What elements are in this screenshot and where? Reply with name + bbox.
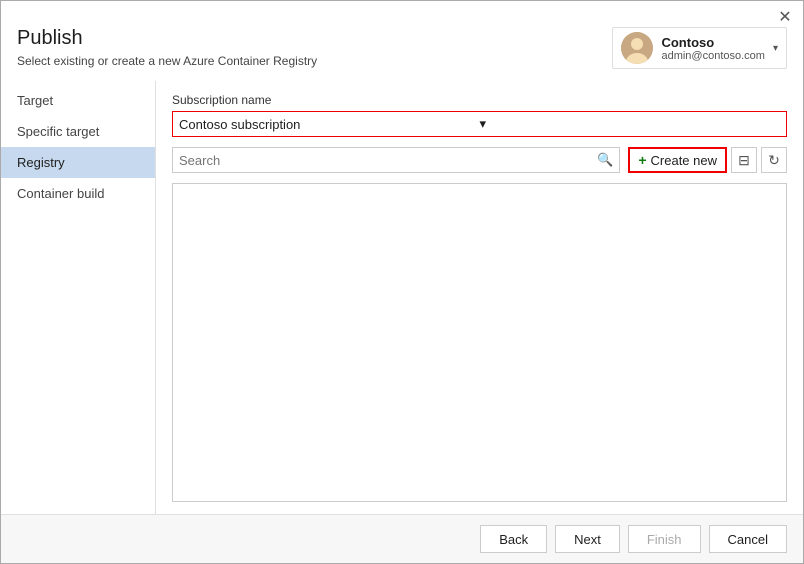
refresh-button[interactable]: ↻ <box>761 147 787 173</box>
search-input[interactable] <box>179 153 597 168</box>
user-email: admin@contoso.com <box>661 50 765 62</box>
subscription-dropdown[interactable]: Contoso subscription ▾ <box>172 111 787 137</box>
avatar <box>621 32 653 64</box>
main-content: Subscription name Contoso subscription ▾… <box>156 81 803 514</box>
publish-dialog: ✕ Publish Select existing or create a ne… <box>0 0 804 564</box>
refresh-icon: ↻ <box>768 152 780 169</box>
subscription-section: Subscription name Contoso subscription ▾ <box>172 93 787 137</box>
action-buttons: + Create new ⊟ ↻ <box>628 147 787 173</box>
next-button[interactable]: Next <box>555 525 620 553</box>
dialog-subtitle: Select existing or create a new Azure Co… <box>17 54 317 68</box>
plus-icon: + <box>638 152 646 168</box>
title-section: Publish Select existing or create a new … <box>17 27 317 68</box>
sidebar-item-label: Registry <box>17 155 65 170</box>
columns-button[interactable]: ⊟ <box>731 147 757 173</box>
dropdown-arrow-icon: ▾ <box>480 116 781 132</box>
user-name: Contoso <box>661 35 765 50</box>
sidebar-item-specific-target[interactable]: Specific target <box>1 116 155 147</box>
dialog-footer: Back Next Finish Cancel <box>1 514 803 563</box>
create-new-button[interactable]: + Create new <box>628 147 727 173</box>
back-button[interactable]: Back <box>480 525 547 553</box>
cancel-label: Cancel <box>728 532 768 547</box>
sidebar: Target Specific target Registry Containe… <box>1 81 156 514</box>
search-and-actions: 🔍 + Create new ⊟ ↻ <box>172 147 787 173</box>
search-icon: 🔍 <box>597 152 613 168</box>
sidebar-item-label: Container build <box>17 186 104 201</box>
sidebar-item-target[interactable]: Target <box>1 85 155 116</box>
finish-label: Finish <box>647 532 682 547</box>
finish-button[interactable]: Finish <box>628 525 701 553</box>
dialog-body: Target Specific target Registry Containe… <box>1 81 803 514</box>
sidebar-item-container-build[interactable]: Container build <box>1 178 155 209</box>
sidebar-item-label: Target <box>17 93 53 108</box>
search-box: 🔍 <box>172 147 620 173</box>
chevron-down-icon: ▾ <box>773 43 778 54</box>
back-label: Back <box>499 532 528 547</box>
user-text: Contoso admin@contoso.com <box>661 35 765 62</box>
create-new-label: Create new <box>651 153 717 168</box>
next-label: Next <box>574 532 601 547</box>
close-button[interactable]: ✕ <box>775 7 795 27</box>
columns-icon: ⊟ <box>738 152 750 169</box>
dialog-title: Publish <box>17 27 317 50</box>
registry-list-area <box>172 183 787 502</box>
dialog-header: Publish Select existing or create a new … <box>1 27 803 81</box>
cancel-button[interactable]: Cancel <box>709 525 787 553</box>
sidebar-item-label: Specific target <box>17 124 99 139</box>
close-icon: ✕ <box>778 7 791 27</box>
sidebar-item-registry[interactable]: Registry <box>1 147 155 178</box>
user-info[interactable]: Contoso admin@contoso.com ▾ <box>612 27 787 69</box>
subscription-label: Subscription name <box>172 93 787 107</box>
titlebar: ✕ <box>1 1 803 27</box>
subscription-value: Contoso subscription <box>179 117 480 132</box>
